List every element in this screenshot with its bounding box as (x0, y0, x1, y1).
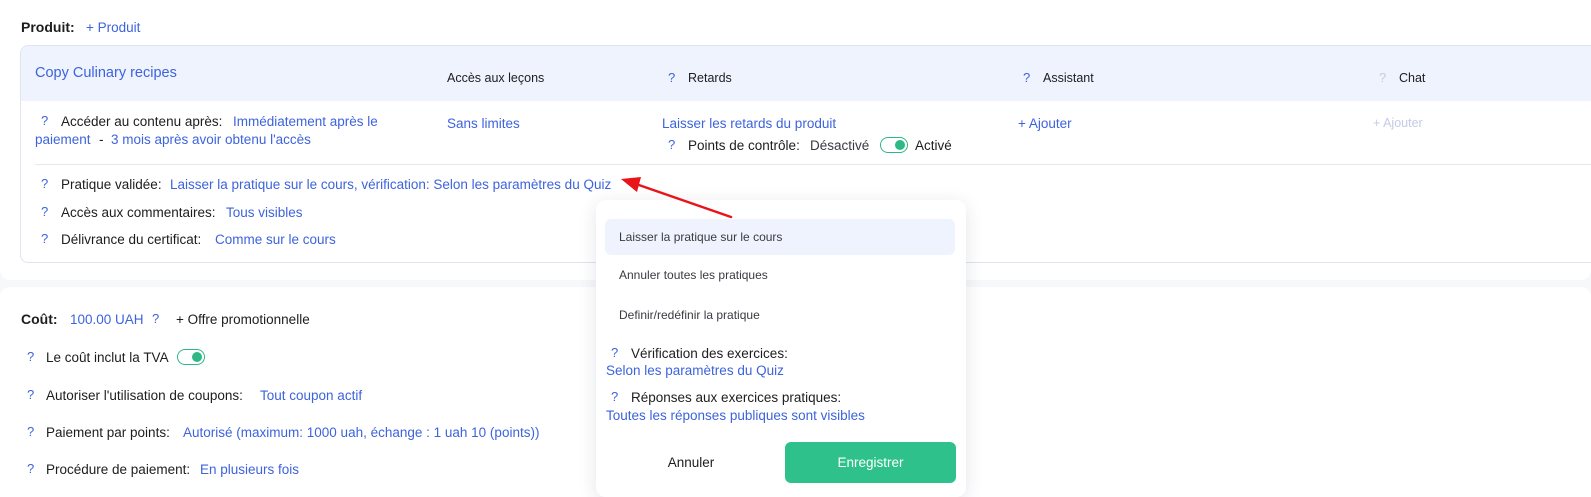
comments-value-link[interactable]: Tous visibles (226, 205, 303, 220)
certificate-value-link[interactable]: Comme sur le cours (215, 232, 336, 247)
checkpoints-off-label: Désactivé (810, 138, 870, 153)
access-immediate-link-a[interactable]: Immédiatement après le (233, 114, 378, 129)
practice-value-link[interactable]: Laisser la pratique sur le cours, vérifi… (170, 177, 611, 192)
procedure-value-link[interactable]: En plusieurs fois (200, 462, 299, 477)
vat-toggle[interactable] (177, 349, 205, 365)
points-value-link[interactable]: Autorisé (maximum: 1000 uah, échange : 1… (183, 425, 539, 440)
delays-value-link[interactable]: Laisser les retards du produit (662, 116, 836, 131)
exercise-answers-label: Réponses aux exercices pratiques: (631, 390, 842, 405)
points-label: Paiement par points: (46, 425, 170, 440)
add-product-link[interactable]: + Produit (86, 20, 140, 35)
option-cancel-all-practices[interactable]: Annuler toutes les pratiques (605, 257, 955, 293)
promo-offer-link[interactable]: + Offre promotionnelle (176, 312, 310, 327)
exercise-check-help-icon[interactable]: ? (611, 345, 618, 360)
access-immediate-link-b[interactable]: paiement (35, 132, 91, 147)
access-separator: - (99, 132, 104, 147)
certificate-help-icon[interactable]: ? (41, 231, 48, 246)
card-header: Copy Culinary recipes Accès aux leçons ?… (21, 46, 1591, 101)
comments-label: Accès aux commentaires: (61, 205, 216, 220)
practice-label: Pratique validée: (61, 177, 162, 192)
cost-help-icon[interactable]: ? (152, 311, 159, 326)
chat-help-icon[interactable]: ? (1379, 70, 1386, 85)
vat-label: Le coût inclut la TVA (46, 350, 169, 365)
practice-dropdown: Laisser la pratique sur le cours Annuler… (596, 200, 966, 497)
checkpoints-label: Points de contrôle: (688, 138, 800, 153)
option-keep-practice[interactable]: Laisser la pratique sur le cours (605, 219, 955, 255)
procedure-label: Procédure de paiement: (46, 462, 191, 477)
vat-help-icon[interactable]: ? (27, 349, 34, 364)
toggle-knob (895, 140, 905, 150)
delays-help-icon[interactable]: ? (668, 70, 675, 85)
product-title-link[interactable]: Copy Culinary recipes (35, 65, 177, 81)
cost-value-link[interactable]: 100.00 UAH (70, 312, 144, 327)
option-define-practice[interactable]: Definir/redéfinir la pratique (605, 297, 955, 333)
card-divider (35, 164, 1591, 165)
assistant-help-icon[interactable]: ? (1023, 70, 1030, 85)
save-button[interactable]: Enregistrer (785, 442, 956, 483)
checkpoints-on-label: Activé (915, 138, 952, 153)
checkpoints-toggle[interactable] (880, 137, 908, 153)
exercise-check-label: Vérification des exercices: (631, 346, 788, 361)
access-after-label: Accéder au contenu après: (61, 114, 223, 129)
coupons-help-icon[interactable]: ? (27, 387, 34, 402)
exercise-answers-value-link[interactable]: Toutes les réponses publiques sont visib… (606, 408, 865, 423)
chat-add-link[interactable]: + Ajouter (1373, 116, 1423, 130)
practice-help-icon[interactable]: ? (41, 176, 48, 191)
lessons-access-header: Accès aux leçons (447, 71, 545, 85)
procedure-help-icon[interactable]: ? (27, 461, 34, 476)
coupons-value-link[interactable]: Tout coupon actif (260, 388, 362, 403)
toggle-knob (192, 352, 202, 362)
comments-help-icon[interactable]: ? (41, 204, 48, 219)
cost-label: Coût: (21, 311, 58, 327)
delays-header: Retards (688, 71, 732, 85)
product-label: Produit: (21, 19, 75, 35)
points-help-icon[interactable]: ? (27, 424, 34, 439)
assistant-add-link[interactable]: + Ajouter (1018, 116, 1072, 131)
chat-header: Chat (1399, 71, 1426, 85)
exercise-check-value-link[interactable]: Selon les paramètres du Quiz (606, 363, 784, 378)
access-help-icon[interactable]: ? (41, 113, 48, 128)
certificate-label: Délivrance du certificat: (61, 232, 202, 247)
coupons-label: Autoriser l'utilisation de coupons: (46, 388, 243, 403)
access-three-months-link[interactable]: 3 mois après avoir obtenu l'accès (111, 132, 311, 147)
exercise-answers-help-icon[interactable]: ? (611, 389, 618, 404)
assistant-header: Assistant (1043, 71, 1094, 85)
lessons-unlimited-link[interactable]: Sans limites (447, 116, 520, 131)
cancel-button[interactable]: Annuler (616, 442, 766, 482)
checkpoints-help-icon[interactable]: ? (668, 137, 675, 152)
